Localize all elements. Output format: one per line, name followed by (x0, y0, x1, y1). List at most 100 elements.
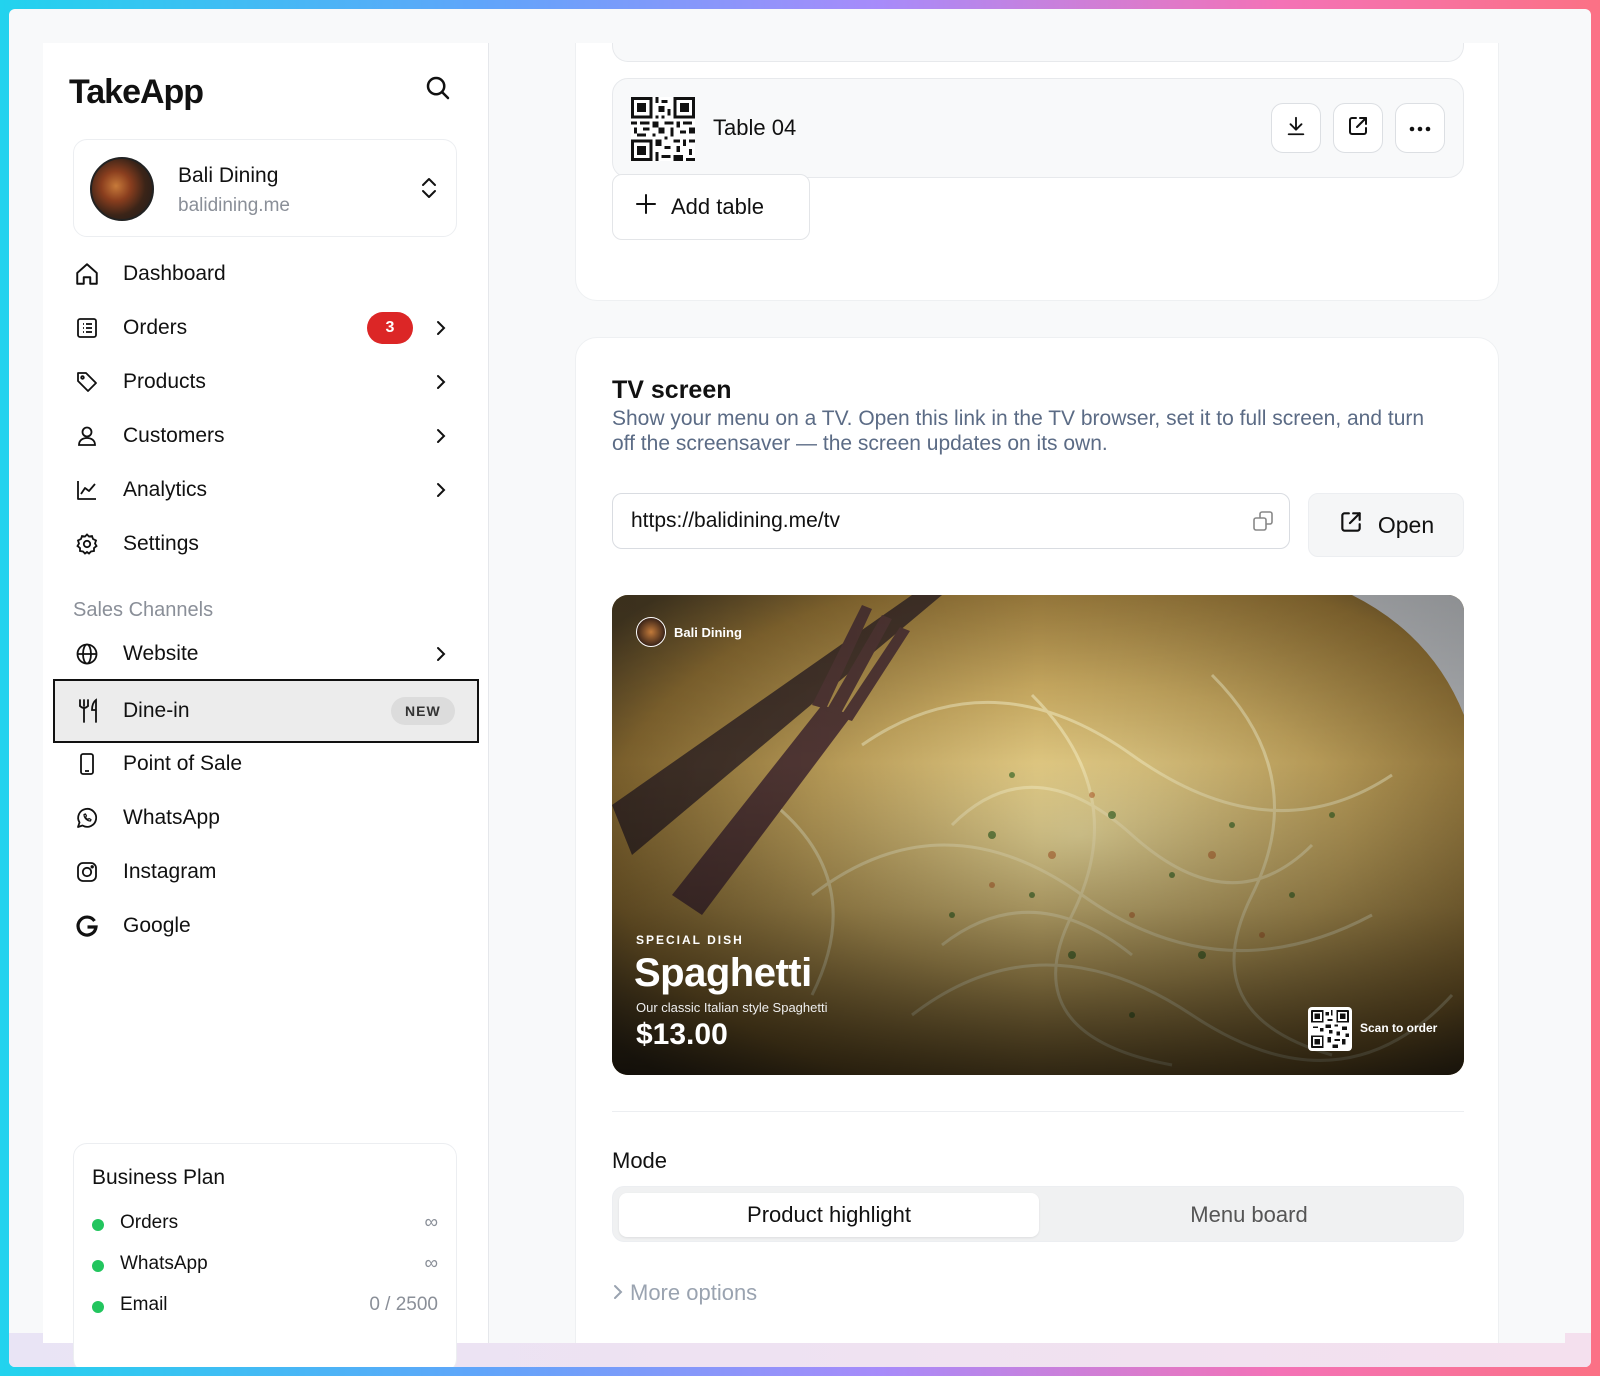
preview-price: $13.00 (636, 1018, 728, 1051)
nav-item-dine-in[interactable]: Dine-in NEW (53, 679, 479, 743)
nav-item-website[interactable]: Website (43, 627, 489, 681)
external-link-icon (1338, 509, 1364, 541)
preview-dish-subtitle: Our classic Italian style Spaghetti (636, 1000, 828, 1015)
search-icon[interactable] (423, 73, 453, 103)
mode-label: Mode (612, 1148, 668, 1173)
chevron-right-icon (433, 320, 449, 336)
table-name: Table 04 (713, 115, 797, 140)
download-icon (1285, 115, 1307, 142)
add-table-label: Add table (671, 194, 764, 219)
nav-label: Website (123, 642, 199, 665)
tv-preview: Bali Dining SPECIAL DISH Spaghetti Our c… (612, 595, 1464, 1075)
plan-row-value: ∞ (424, 1212, 438, 1233)
whatsapp-icon (73, 804, 101, 832)
chevron-right-icon (433, 428, 449, 444)
nav-label: Dashboard (123, 262, 226, 285)
chevron-updown-icon (418, 174, 440, 202)
account-domain: balidining.me (178, 195, 290, 216)
avatar (90, 157, 154, 221)
plan-row-label: Email (120, 1294, 168, 1315)
section-label-sales-channels: Sales Channels (73, 599, 214, 621)
mode-option-menu-board[interactable]: Menu board (1039, 1193, 1459, 1237)
nav-item-instagram[interactable]: Instagram (43, 845, 489, 899)
status-dot (92, 1219, 104, 1231)
app-window: TakeApp Bali Dining balidining.me Dashbo… (9, 9, 1591, 1367)
qr-code-icon (631, 97, 695, 161)
orders-icon (73, 314, 101, 342)
chevron-right-icon (433, 646, 449, 662)
tv-url-value: https://balidining.me/tv (631, 509, 840, 532)
qr-code-icon (1308, 1007, 1352, 1051)
plan-row-value: 0 / 2500 (369, 1294, 438, 1315)
more-options-label: More options (630, 1280, 758, 1305)
plan-row-value: ∞ (424, 1253, 438, 1274)
open-label: Open (1377, 511, 1435, 538)
instagram-icon (73, 858, 101, 886)
table-row: Table 04 (612, 78, 1464, 178)
nav-label: Instagram (123, 860, 217, 883)
nav-item-settings[interactable]: Settings (43, 517, 489, 571)
nav-label: Point of Sale (123, 752, 243, 775)
tv-screen-title: TV screen (612, 376, 732, 404)
nav-item-customers[interactable]: Customers (43, 409, 489, 463)
nav-item-google[interactable]: Google (43, 899, 489, 953)
nav-item-whatsapp[interactable]: WhatsApp (43, 791, 489, 845)
tag-icon (73, 368, 101, 396)
nav-label: Google (123, 914, 191, 937)
status-dot (92, 1301, 104, 1313)
download-button[interactable] (1271, 103, 1321, 153)
chevron-right-icon (433, 374, 449, 390)
brand-logo (636, 617, 666, 647)
copy-icon[interactable] (1251, 509, 1275, 533)
plan-row-label: WhatsApp (120, 1253, 208, 1274)
user-icon (73, 422, 101, 450)
nav-label: Dine-in (123, 699, 190, 722)
tv-screen-description: Show your menu on a TV. Open this link i… (612, 407, 1425, 455)
plan-row: WhatsApp ∞ (92, 1251, 438, 1281)
table-row (612, 43, 1464, 62)
preview-kicker: SPECIAL DISH (636, 933, 744, 947)
open-tv-button[interactable]: Open (1308, 493, 1464, 557)
chevron-right-icon (612, 1280, 624, 1306)
ellipsis-icon (1409, 119, 1431, 137)
status-dot (92, 1260, 104, 1272)
external-link-icon (1346, 114, 1370, 143)
business-plan-card: Business Plan Orders ∞ WhatsApp ∞ Email … (73, 1143, 457, 1367)
chevron-right-icon (433, 482, 449, 498)
nav-item-orders[interactable]: Orders 3 (43, 301, 489, 355)
nav-item-point-of-sale[interactable]: Point of Sale (43, 737, 489, 791)
gear-icon (73, 530, 101, 558)
orders-count-badge: 3 (367, 312, 413, 344)
open-table-link-button[interactable] (1333, 103, 1383, 153)
more-options-toggle[interactable]: More options (612, 1280, 757, 1306)
app-logo[interactable]: TakeApp (69, 73, 204, 112)
nav-item-products[interactable]: Products (43, 355, 489, 409)
divider (612, 1111, 1464, 1112)
tv-url-field[interactable]: https://balidining.me/tv (612, 493, 1290, 549)
nav-label: Orders (123, 316, 188, 339)
nav-item-dashboard[interactable]: Dashboard (43, 247, 489, 301)
preview-dish-name: Spaghetti (634, 951, 812, 995)
phone-icon (73, 750, 101, 778)
account-switcher[interactable]: Bali Dining balidining.me (73, 139, 457, 237)
plan-row-label: Orders (120, 1212, 179, 1233)
more-actions-button[interactable] (1395, 103, 1445, 153)
scan-to-order-text: Scan to order (1360, 1021, 1438, 1035)
utensils-icon (75, 697, 103, 725)
add-table-button[interactable]: Add table (612, 174, 810, 240)
plan-row: Orders ∞ (92, 1210, 438, 1240)
sidebar: TakeApp Bali Dining balidining.me Dashbo… (43, 43, 489, 1367)
nav-label: Analytics (123, 478, 208, 501)
plan-title: Business Plan (92, 1166, 226, 1189)
globe-icon (73, 640, 101, 668)
nav-item-analytics[interactable]: Analytics (43, 463, 489, 517)
chart-icon (73, 476, 101, 504)
preview-brand: Bali Dining (636, 617, 742, 647)
account-name: Bali Dining (178, 164, 279, 187)
nav-label: WhatsApp (123, 806, 220, 829)
google-icon (73, 912, 101, 940)
main-content: Table 04 Add table TV screen Show your m… (489, 43, 1565, 1343)
mode-segmented-control: Product highlight Menu board (612, 1186, 1464, 1242)
mode-option-product-highlight[interactable]: Product highlight (619, 1193, 1039, 1237)
preview-brand-name: Bali Dining (674, 624, 742, 640)
